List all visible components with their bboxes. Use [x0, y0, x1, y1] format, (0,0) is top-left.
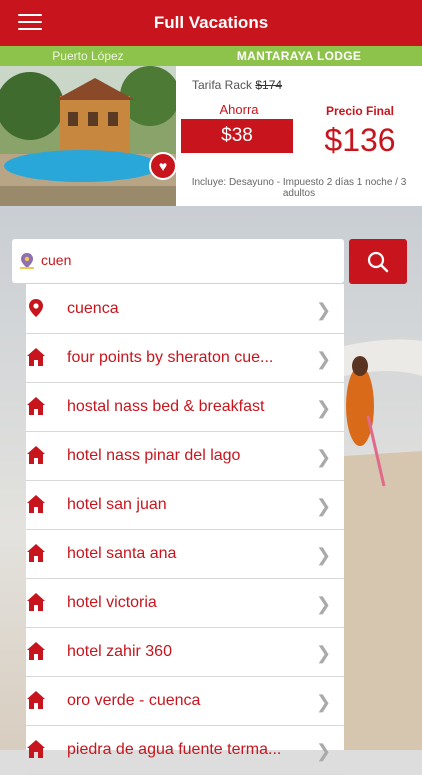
- list-item-label: cuenca: [67, 300, 119, 317]
- ahorra-value: $38: [181, 119, 293, 153]
- chevron-right-icon: ❯: [316, 300, 332, 320]
- list-item-label: four points by sheraton cue...: [67, 349, 274, 366]
- chevron-right-icon: ❯: [316, 545, 332, 565]
- list-item[interactable]: hotel santa ana ❯: [26, 529, 344, 579]
- chevron-right-icon: ❯: [316, 398, 332, 418]
- chevron-right-icon: ❯: [316, 594, 332, 614]
- search-icon: [367, 251, 389, 273]
- search-query[interactable]: cuen: [41, 252, 71, 268]
- search-button[interactable]: [349, 239, 407, 284]
- location-pin-icon: [20, 253, 34, 269]
- deal-name[interactable]: MANTARAYA LODGE: [176, 49, 422, 63]
- chevron-right-icon: ❯: [316, 447, 332, 467]
- list-item[interactable]: hotel nass pinar del lago ❯: [26, 431, 344, 481]
- app-title: Full Vacations: [153, 13, 269, 32]
- house-icon: [27, 348, 45, 366]
- house-icon: [27, 544, 45, 562]
- chevron-right-icon: ❯: [316, 692, 332, 712]
- list-item-label: piedra de agua fuente terma...: [67, 741, 282, 758]
- incluye-text: Incluye: Desayuno - Impuesto 2 días 1 no…: [191, 177, 407, 199]
- list-item[interactable]: piedra de agua fuente terma... ❯: [26, 725, 344, 775]
- list-item[interactable]: hotel victoria ❯: [26, 578, 344, 628]
- tarifa-label: Tarifa Rack: [192, 78, 253, 92]
- list-item[interactable]: oro verde - cuenca ❯: [26, 676, 344, 726]
- house-icon: [27, 691, 45, 709]
- favorite-heart-icon[interactable]: ♥: [149, 152, 177, 180]
- hotel-photo[interactable]: [0, 66, 176, 206]
- app-header: Full Vacations: [0, 0, 422, 46]
- precio-final-label: Precio Final: [325, 104, 395, 118]
- chevron-right-icon: ❯: [316, 741, 332, 761]
- list-item[interactable]: cuenca ❯: [26, 284, 344, 334]
- chevron-right-icon: ❯: [316, 496, 332, 516]
- tarifa-value: $174: [255, 78, 283, 92]
- list-item[interactable]: hostal nass bed & breakfast ❯: [26, 382, 344, 432]
- ahorra-label: Ahorra: [219, 102, 259, 117]
- list-item-label: hotel nass pinar del lago: [67, 447, 241, 464]
- list-item-label: hostal nass bed & breakfast: [67, 398, 265, 415]
- list-item-label: oro verde - cuenca: [67, 692, 201, 709]
- list-item[interactable]: hotel zahir 360 ❯: [26, 627, 344, 677]
- deal-card: Tarifa Rack $174 Ahorra $38 Precio Final…: [176, 66, 422, 206]
- list-item[interactable]: four points by sheraton cue... ❯: [26, 333, 344, 383]
- deal-title-bar: Puerto López MANTARAYA LODGE: [0, 46, 422, 66]
- house-icon: [27, 495, 45, 513]
- list-item-label: hotel san juan: [67, 496, 167, 513]
- house-icon: [27, 593, 45, 611]
- house-icon: [27, 642, 45, 660]
- search-input[interactable]: cuen: [12, 239, 344, 283]
- list-item-label: hotel zahir 360: [67, 643, 172, 660]
- house-icon: [27, 397, 45, 415]
- search-results-list: cuenca ❯ four points by sheraton cue... …: [26, 284, 344, 775]
- location-pin-icon: [29, 299, 43, 317]
- chevron-right-icon: ❯: [316, 349, 332, 369]
- list-item-label: hotel victoria: [67, 594, 157, 611]
- house-icon: [27, 446, 45, 464]
- house-icon: [27, 740, 45, 758]
- chevron-right-icon: ❯: [316, 643, 332, 663]
- deal-location: Puerto López: [52, 49, 124, 63]
- precio-final-value: $136: [324, 122, 396, 158]
- list-item[interactable]: hotel san juan ❯: [26, 480, 344, 530]
- tarifa-rack: Tarifa Rack $174: [192, 78, 282, 92]
- list-item-label: hotel santa ana: [67, 545, 177, 562]
